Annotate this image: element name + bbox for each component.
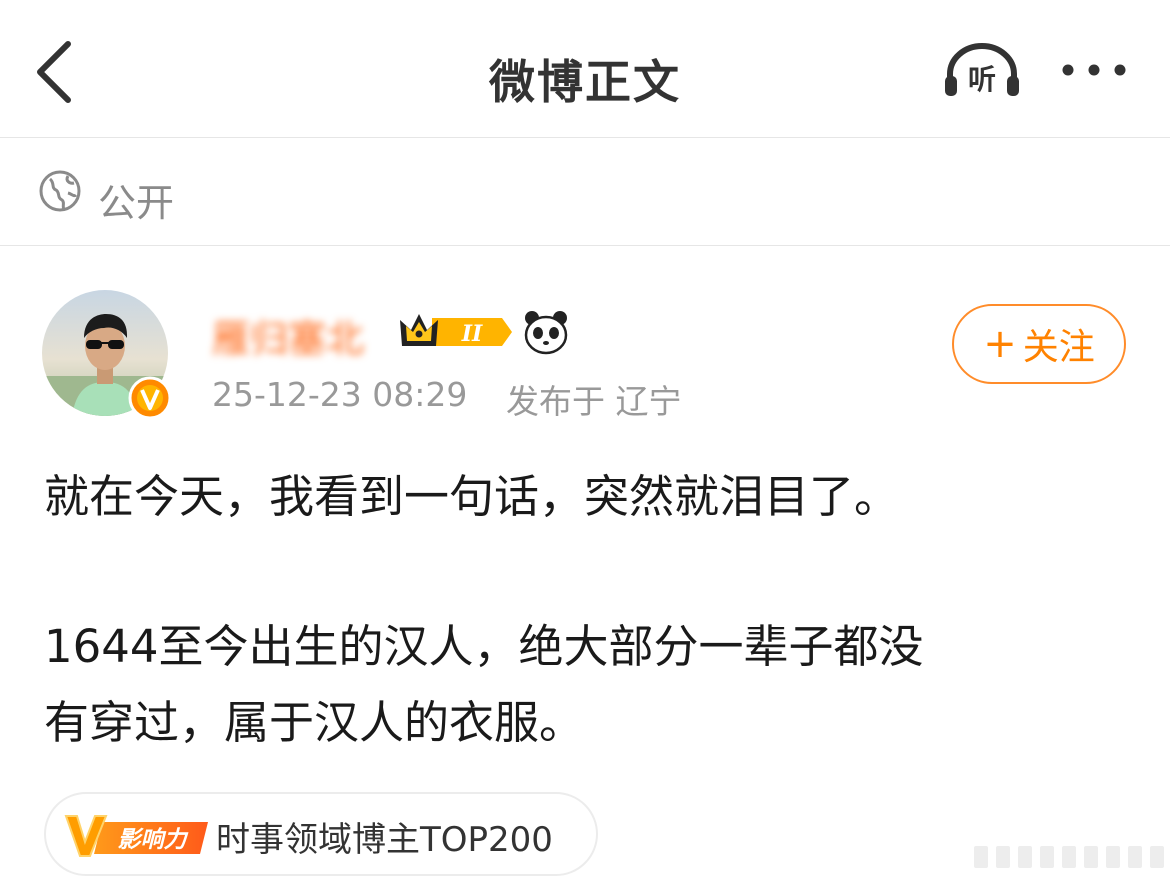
listen-button[interactable]: 听 [942,40,1022,100]
top-navbar: 微博正文 听 [0,0,1170,138]
vip-level: II [461,321,483,347]
crown-icon[interactable]: II [398,310,516,354]
influence-badge-label: 影响力 [118,827,189,853]
author-name[interactable]: 雁归塞北 [212,308,364,363]
plus-icon: + [983,321,1017,367]
influence-tag[interactable]: 影响力 时事领域博主TOP200 [44,792,598,876]
post-location: 发布于 辽宁 [506,382,682,421]
more-button[interactable] [1058,52,1130,88]
post-time: 25-12-23 08:29 [212,375,468,414]
globe-icon [39,170,81,212]
decorative-dots [974,846,1164,868]
listen-label: 听 [968,63,996,96]
more-dots-icon [1062,64,1126,76]
verified-v-icon [128,376,172,420]
visibility-label: 公开 [98,181,175,225]
post-text-line: 就在今天，我看到一句话，突然就泪目了。 [44,470,900,523]
post-text-line: 有穿过，属于汉人的衣服。 [44,696,585,749]
follow-button[interactable]: + 关注 [952,304,1126,384]
visibility-bar [0,138,1170,246]
influence-text: 时事领域博主TOP200 [216,820,553,860]
post-text-line: 1644至今出生的汉人，绝大部分一辈子都没 [44,620,924,673]
headphones-icon: 听 [945,43,1019,96]
follow-label: 关注 [1022,327,1095,368]
panda-icon [524,311,568,355]
